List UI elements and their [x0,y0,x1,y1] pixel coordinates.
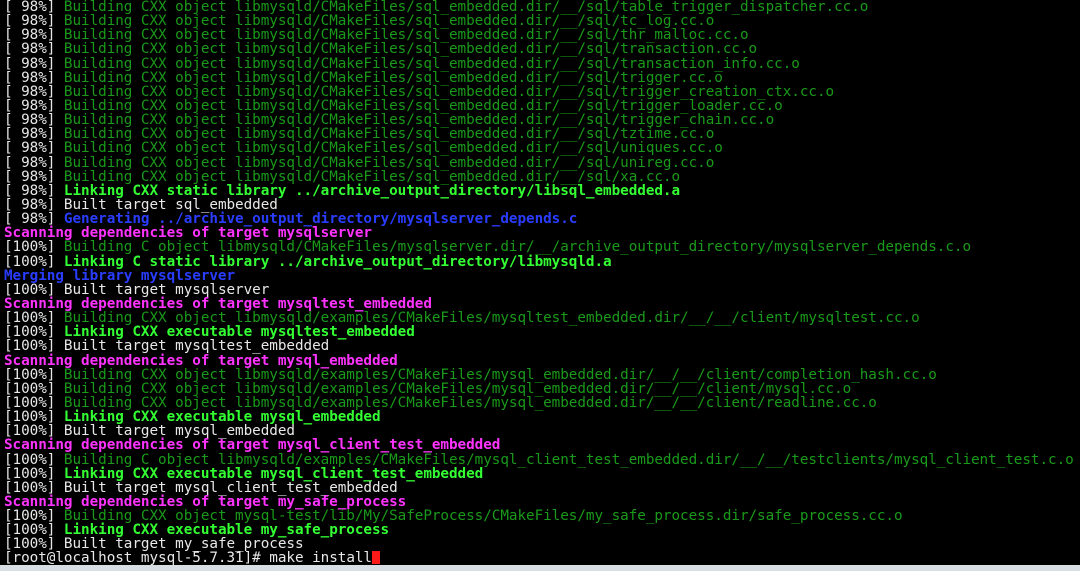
terminal-output-line: [ 98%] Generating ../archive_output_dire… [4,212,1080,226]
terminal-output-line: [ 98%] Building CXX object libmysqld/CMa… [4,170,1080,184]
terminal-output-line: [ 98%] Building CXX object libmysqld/CMa… [4,0,1080,14]
text-cursor [372,551,380,565]
terminal-window[interactable]: [ 98%] Building CXX object libmysqld/CMa… [0,0,1080,565]
terminal-output-line: [100%] Building CXX object libmysqld/exa… [4,382,1080,396]
terminal-output-line: Scanning dependencies of target my_safe_… [4,495,1080,509]
shell-prompt: [root@localhost mysql-5.7.31]# [4,550,270,565]
terminal-output-line: [ 98%] Building CXX object libmysqld/CMa… [4,141,1080,155]
terminal-output-line: [ 98%] Building CXX object libmysqld/CMa… [4,28,1080,42]
terminal-output-line: [ 98%] Building CXX object libmysqld/CMa… [4,71,1080,85]
terminal-output-line: [ 98%] Building CXX object libmysqld/CMa… [4,56,1080,70]
terminal-output-line: [100%] Built target mysqltest_embedded [4,339,1080,353]
terminal-output-line: Scanning dependencies of target mysqltes… [4,297,1080,311]
terminal-output-line: [ 98%] Building CXX object libmysqld/CMa… [4,99,1080,113]
shell-prompt-line[interactable]: [root@localhost mysql-5.7.31]# make inst… [4,551,1080,565]
terminal-output-line: [100%] Building CXX object libmysqld/exa… [4,311,1080,325]
terminal-output-line: Scanning dependencies of target mysqlser… [4,226,1080,240]
terminal-output-line: [100%] Building CXX object mysql-test/li… [4,509,1080,523]
terminal-output-line: [100%] Built target mysqlserver [4,283,1080,297]
terminal-output-line: [100%] Linking C static library ../archi… [4,254,1080,268]
terminal-output-line: [100%] Building C object libmysqld/examp… [4,452,1080,466]
terminal-output-line: Scanning dependencies of target mysql_cl… [4,438,1080,452]
terminal-output-line: [100%] Built target mysql_client_test_em… [4,481,1080,495]
terminal-output-line: [100%] Building CXX object libmysqld/exa… [4,368,1080,382]
terminal-output-line: [100%] Linking CXX executable mysql_clie… [4,466,1080,480]
terminal-output-line: [ 98%] Building CXX object libmysqld/CMa… [4,85,1080,99]
terminal-output-line: Scanning dependencies of target mysql_em… [4,353,1080,367]
terminal-output-line: Merging library mysqlserver [4,269,1080,283]
terminal-output-line: [ 98%] Built target sql_embedded [4,198,1080,212]
terminal-output-line: [ 98%] Building CXX object libmysqld/CMa… [4,113,1080,127]
terminal-output-line: [100%] Building C object libmysqld/CMake… [4,240,1080,254]
terminal-output-line: [100%] Built target my_safe_process [4,537,1080,551]
terminal-output-line: [ 98%] Building CXX object libmysqld/CMa… [4,42,1080,56]
terminal-output-line: [100%] Built target mysql_embedded [4,424,1080,438]
terminal-output-line: [100%] Building CXX object libmysqld/exa… [4,396,1080,410]
terminal-output-line: [100%] Linking CXX executable mysql_embe… [4,410,1080,424]
command-input[interactable]: make install [269,550,372,565]
terminal-output-line: [100%] Linking CXX executable my_safe_pr… [4,523,1080,537]
terminal-output-line: [100%] Linking CXX executable mysqltest_… [4,325,1080,339]
terminal-output-line: [ 98%] Building CXX object libmysqld/CMa… [4,127,1080,141]
terminal-output-line: [ 98%] Building CXX object libmysqld/CMa… [4,14,1080,28]
window-bottom-edge [0,565,1080,571]
terminal-output-line: [ 98%] Linking CXX static library ../arc… [4,184,1080,198]
terminal-output-line: [ 98%] Building CXX object libmysqld/CMa… [4,155,1080,169]
